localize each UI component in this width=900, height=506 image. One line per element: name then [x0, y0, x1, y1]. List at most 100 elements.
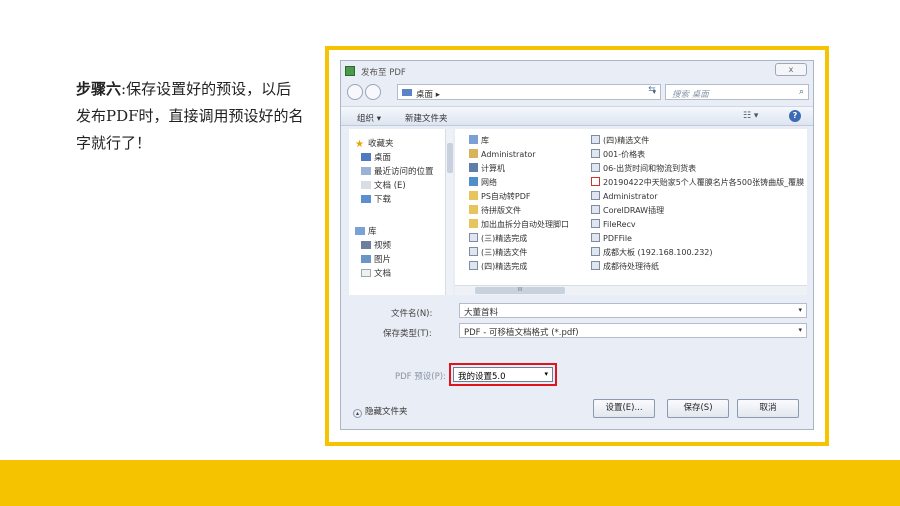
- list-item[interactable]: (四)精选完成: [469, 261, 527, 273]
- video-icon: [361, 241, 371, 249]
- filetype-label: 保存类型(T):: [383, 329, 432, 339]
- list-item[interactable]: 20190422中天贻家5个人覆膜名片各500张铸曲版_覆膜: [591, 177, 804, 189]
- drive-icon: [361, 181, 371, 189]
- desktop-icon: [361, 153, 371, 161]
- pdf-icon: [591, 177, 600, 186]
- step-label: 步骤六: [76, 80, 122, 98]
- download-icon: [361, 195, 371, 203]
- filetype-value: PDF - 可移植文档格式 (*.pdf): [464, 328, 579, 338]
- nav-item-pictures[interactable]: 图片: [361, 253, 391, 265]
- filename-field[interactable]: 大董首料 ▾: [459, 303, 807, 318]
- settings-button[interactable]: 设置(E)...: [593, 399, 655, 418]
- back-button[interactable]: [347, 84, 363, 100]
- shortcut-icon: [469, 247, 478, 256]
- user-icon: [469, 149, 478, 158]
- shortcut-icon: [591, 205, 600, 214]
- shortcut-icon: [591, 219, 600, 228]
- computer-icon: [469, 163, 478, 172]
- list-item[interactable]: 网络: [469, 177, 497, 189]
- document-icon: [361, 269, 371, 277]
- shortcut-icon: [591, 149, 600, 158]
- forward-button[interactable]: [365, 84, 381, 100]
- chevron-down-icon[interactable]: ▾: [544, 370, 548, 378]
- list-item[interactable]: 06-出货时间和物流到货表: [591, 163, 696, 175]
- folder-icon: [469, 219, 478, 228]
- pdf-preset-label: PDF 预设(P):: [395, 372, 446, 382]
- search-placeholder: 搜索 桌面: [672, 90, 709, 100]
- list-item[interactable]: PDFFile: [591, 233, 632, 245]
- folder-icon: [469, 205, 478, 214]
- list-item[interactable]: 待拼版文件: [469, 205, 521, 217]
- shortcut-icon: [591, 233, 600, 242]
- nav-scroll-thumb[interactable]: [447, 143, 453, 173]
- view-options-icon[interactable]: ☷ ▾: [743, 111, 758, 121]
- save-button[interactable]: 保存(S): [667, 399, 729, 418]
- nav-item-downloads[interactable]: 下载: [361, 193, 391, 205]
- publish-pdf-dialog: 发布至 PDF ⅹ 桌面 ▸ ▾ ⇆ 搜索 桌面 ⌕ 组织 ▾ 新建文件夹 ☷ …: [340, 60, 814, 430]
- address-bar[interactable]: 桌面 ▸ ▾: [397, 84, 661, 100]
- nav-item-videos[interactable]: 视频: [361, 239, 391, 251]
- list-item[interactable]: Administrator: [591, 191, 658, 203]
- chevron-down-icon[interactable]: ▾: [798, 306, 802, 314]
- navigation-pane: ★ 收藏夹 桌面 最近访问的位置 文档 (E) 下载 库 视频 图片 文档: [349, 129, 445, 295]
- star-icon: ★: [355, 139, 364, 150]
- new-folder-button[interactable]: 新建文件夹: [405, 112, 448, 124]
- chevron-down-icon[interactable]: ▾: [798, 326, 802, 334]
- list-item[interactable]: PS自动转PDF: [469, 191, 531, 203]
- nav-item-desktop[interactable]: 桌面: [361, 151, 391, 163]
- shortcut-icon: [591, 247, 600, 256]
- instruction-text: 步骤六:保存设置好的预设，以后发布PDF时，直接调用预设好的名字就行了！: [76, 76, 306, 157]
- shortcut-icon: [469, 261, 478, 270]
- list-item[interactable]: 成都待处理待纸: [591, 261, 659, 273]
- pdf-preset-select[interactable]: 我的设置5.0 ▾: [453, 367, 553, 382]
- list-item[interactable]: 库: [469, 135, 489, 147]
- network-icon: [469, 177, 478, 186]
- hide-folders-button[interactable]: ▴ 隐藏文件夹: [353, 405, 408, 418]
- help-icon[interactable]: ?: [789, 110, 801, 122]
- list-item[interactable]: 成都大板 (192.168.100.232): [591, 247, 713, 259]
- list-item[interactable]: 计算机: [469, 163, 505, 175]
- refresh-icon[interactable]: ⇆: [643, 85, 661, 99]
- nav-scrollbar[interactable]: [445, 129, 453, 295]
- shortcut-icon: [591, 191, 600, 200]
- file-list: 库 Administrator 计算机 网络 PS自动转PDF 待拼版文件 加出…: [455, 129, 807, 295]
- library-icon: [355, 227, 365, 235]
- breadcrumb[interactable]: 桌面 ▸: [416, 88, 440, 100]
- preset-value: 我的设置5.0: [458, 372, 506, 382]
- search-input[interactable]: 搜索 桌面 ⌕: [665, 84, 809, 100]
- dialog-title: 发布至 PDF: [361, 68, 406, 78]
- nav-item-recent[interactable]: 最近访问的位置: [361, 165, 434, 177]
- list-item[interactable]: (三)精选文件: [469, 247, 527, 259]
- list-item[interactable]: FileRecv: [591, 219, 636, 231]
- hscroll-thumb[interactable]: III: [475, 287, 565, 294]
- address-row: 桌面 ▸ ▾ ⇆ 搜索 桌面 ⌕: [341, 83, 813, 103]
- title-bar: 发布至 PDF ⅹ: [341, 61, 813, 81]
- filename-value: 大董首料: [464, 308, 499, 318]
- list-item[interactable]: 加出血拆分自动处理脚口: [469, 219, 569, 231]
- list-item[interactable]: Administrator: [469, 149, 536, 161]
- list-item[interactable]: (四)精选文件: [591, 135, 649, 147]
- shortcut-icon: [591, 261, 600, 270]
- folder-icon: [469, 191, 478, 200]
- search-icon[interactable]: ⌕: [799, 87, 804, 97]
- list-item[interactable]: (三)精选完成: [469, 233, 527, 245]
- filename-label: 文件名(N):: [391, 309, 433, 319]
- horizontal-scrollbar[interactable]: III: [455, 285, 807, 295]
- app-icon: [345, 66, 355, 76]
- organize-button[interactable]: 组织 ▾: [357, 112, 381, 124]
- close-button[interactable]: ⅹ: [775, 63, 807, 76]
- shortcut-icon: [591, 163, 600, 172]
- shortcut-icon: [591, 135, 600, 144]
- nav-item-favorites[interactable]: ★ 收藏夹: [355, 137, 394, 150]
- nav-item-drive-e[interactable]: 文档 (E): [361, 179, 406, 191]
- list-item[interactable]: CorelDRAW插理: [591, 205, 664, 217]
- chevron-up-icon: ▴: [353, 409, 362, 418]
- recent-icon: [361, 167, 371, 175]
- picture-icon: [361, 255, 371, 263]
- nav-item-documents[interactable]: 文档: [361, 267, 391, 279]
- filetype-select[interactable]: PDF - 可移植文档格式 (*.pdf) ▾: [459, 323, 807, 338]
- nav-item-libraries[interactable]: 库: [355, 225, 377, 237]
- footer-bar: [0, 460, 900, 506]
- cancel-button[interactable]: 取消: [737, 399, 799, 418]
- list-item[interactable]: 001-价格表: [591, 149, 645, 161]
